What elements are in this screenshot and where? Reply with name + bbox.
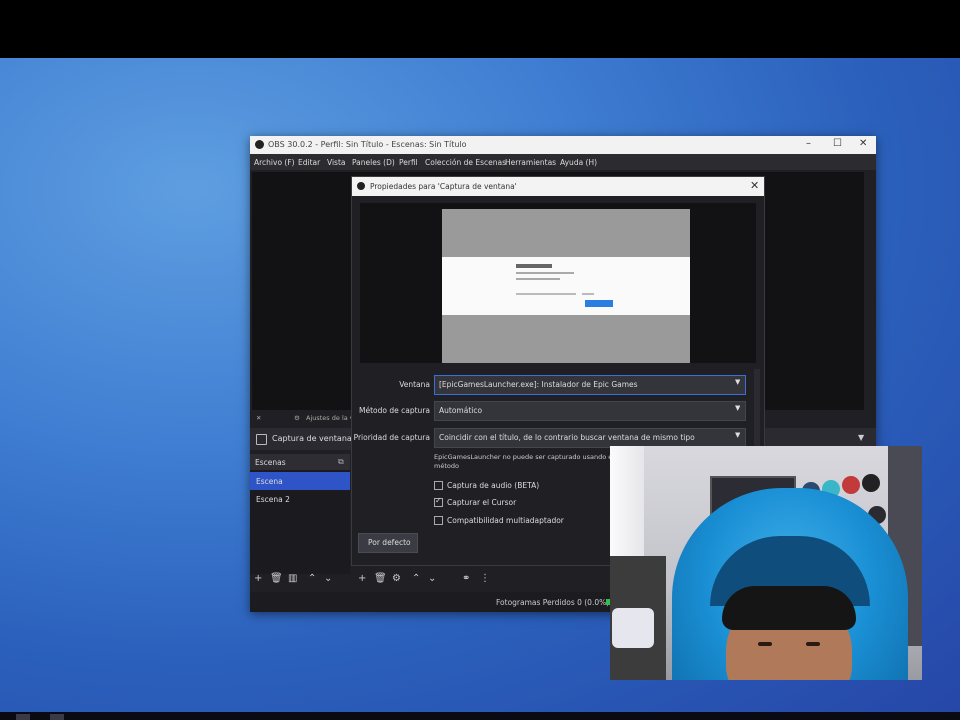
add-icon[interactable]: +: [358, 573, 366, 584]
window-select-value: [EpicGamesLauncher.exe]: Instalador de E…: [439, 380, 638, 389]
webcam-eye: [806, 642, 820, 646]
menu-herramientas[interactable]: Herramientas: [505, 158, 556, 167]
maximize-icon[interactable]: ☐: [833, 138, 842, 149]
scenes-panel: Escenas ⧉ Escena Escena 2: [250, 454, 350, 574]
checkbox-box[interactable]: [434, 496, 443, 507]
scene-item[interactable]: Escena 2: [250, 490, 350, 508]
minimize-icon[interactable]: –: [806, 138, 811, 149]
undock-icon[interactable]: ⧉: [338, 457, 344, 467]
obs-menubar: Archivo (F) Editar Vista Paneles (D) Per…: [250, 154, 876, 170]
dialog-preview: [360, 203, 756, 363]
obs-logo-icon: [357, 182, 365, 190]
chevron-down-icon[interactable]: ▼: [735, 404, 740, 412]
link-icon[interactable]: ⚭: [462, 573, 470, 584]
obs-logo-icon: [255, 140, 264, 149]
capture-method-select[interactable]: Automático ▼: [434, 401, 746, 421]
menu-editar[interactable]: Editar: [298, 158, 320, 167]
capture-priority-row: Prioridad de captura Coincidir con el tí…: [352, 428, 764, 448]
webcam-eye: [758, 642, 772, 646]
gear-icon[interactable]: ⚙: [392, 573, 401, 584]
menu-perfil[interactable]: Perfil: [399, 158, 418, 167]
down-arrow-icon[interactable]: ⌄: [324, 573, 332, 584]
window-field-row: Ventana [EpicGamesLauncher.exe]: Instala…: [352, 375, 764, 395]
menu-paneles[interactable]: Paneles (D): [352, 158, 395, 167]
chevron-down-icon[interactable]: ▼: [858, 433, 864, 442]
dialog-title: Propiedades para 'Captura de ventana': [370, 182, 517, 191]
capture-priority-label: Prioridad de captura: [353, 433, 430, 442]
close-icon[interactable]: ✕: [750, 179, 759, 192]
wall-hat: [842, 476, 860, 494]
checkbox-label: Capturar el Cursor: [447, 498, 517, 507]
window-capture-icon: [256, 434, 267, 445]
checkbox-box[interactable]: [434, 516, 443, 525]
trash-icon[interactable]: 🗑: [374, 573, 387, 584]
mixer-footer: ⚭ ⋮: [460, 572, 520, 588]
scene-item-label: Escena 2: [256, 495, 290, 504]
more-options-icon[interactable]: ⋮: [480, 573, 490, 584]
gear-icon[interactable]: ⚙: [294, 414, 300, 422]
webcam-pillow: [612, 608, 654, 648]
close-icon[interactable]: ✕: [859, 138, 867, 149]
capture-method-row: Método de captura Automático ▼: [352, 401, 764, 421]
dropped-frames-status: Fotogramas Perdidos 0 (0.0%): [496, 598, 610, 607]
start-icon[interactable]: [16, 714, 30, 720]
webcam-person-hair: [722, 586, 856, 630]
window-select[interactable]: [EpicGamesLauncher.exe]: Instalador de E…: [434, 375, 746, 395]
add-icon[interactable]: +: [254, 573, 262, 584]
scenes-header: Escenas ⧉: [250, 454, 350, 470]
dialog-titlebar: Propiedades para 'Captura de ventana' ✕: [352, 177, 764, 196]
obs-window-title: OBS 30.0.2 - Perfil: Sin Título - Escena…: [268, 140, 467, 149]
menu-ayuda[interactable]: Ayuda (H): [560, 158, 597, 167]
top-black-bar: [0, 0, 960, 58]
window-label: Ventana: [399, 380, 430, 389]
epic-installer-preview: [442, 209, 690, 363]
defaults-button[interactable]: Por defecto: [358, 533, 418, 553]
taskbar[interactable]: [0, 712, 960, 720]
menu-vista[interactable]: Vista: [327, 158, 346, 167]
sources-footer: + 🗑 ⚙ ⌃ ⌄: [356, 572, 456, 588]
checkbox-label: Captura de audio (BETA): [447, 481, 540, 490]
capture-method-value: Automático: [439, 406, 483, 415]
checkbox-label: Compatibilidad multiadaptador: [447, 516, 564, 525]
up-arrow-icon[interactable]: ⌃: [308, 573, 316, 584]
scene-item[interactable]: Escena: [250, 472, 350, 490]
wall-hat: [862, 474, 880, 492]
down-arrow-icon[interactable]: ⌄: [428, 573, 436, 584]
chevron-down-icon[interactable]: ▼: [735, 378, 740, 386]
no-source-icon[interactable]: ✕: [256, 414, 261, 422]
defaults-button-label: Por defecto: [368, 538, 411, 547]
up-arrow-icon[interactable]: ⌃: [412, 573, 420, 584]
webcam-overlay: [610, 446, 922, 680]
capture-method-label: Método de captura: [359, 406, 430, 415]
trash-icon[interactable]: 🗑: [270, 573, 283, 584]
capture-source-name: Captura de ventana: [272, 434, 352, 443]
obs-titlebar: OBS 30.0.2 - Perfil: Sin Título - Escena…: [250, 136, 876, 154]
installer-window-image: [442, 257, 690, 315]
capture-priority-value: Coincidir con el título, de lo contrario…: [439, 433, 695, 442]
scene-item-label: Escena: [256, 477, 283, 486]
scenes-footer: + 🗑 ▥ ⌃ ⌄: [250, 572, 350, 588]
menu-archivo[interactable]: Archivo (F): [254, 158, 295, 167]
menu-coleccion-escenas[interactable]: Colección de Escenas: [425, 158, 506, 167]
taskbar-app-icon[interactable]: [50, 714, 64, 720]
scenes-title: Escenas: [255, 458, 286, 467]
checkbox-box[interactable]: [434, 481, 443, 490]
capture-priority-select[interactable]: Coincidir con el título, de lo contrario…: [434, 428, 746, 448]
filter-icon[interactable]: ▥: [288, 573, 297, 584]
chevron-down-icon[interactable]: ▼: [735, 431, 740, 439]
